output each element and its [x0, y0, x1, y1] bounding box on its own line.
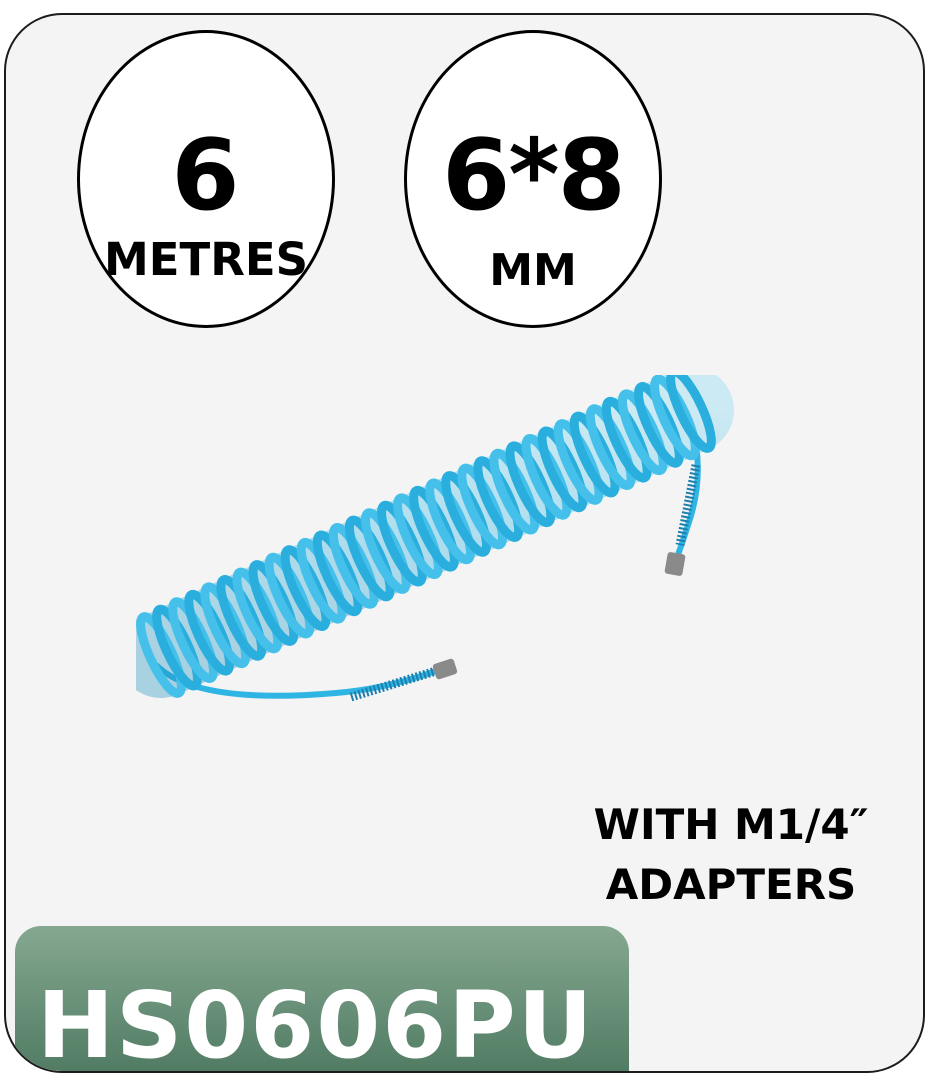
- diameter-badge: 6*8 MM: [404, 30, 662, 328]
- length-badge: 6 METRES: [77, 30, 335, 328]
- feature-line-2: ADAPTERS: [605, 860, 857, 909]
- product-code: HS0606PU: [37, 972, 595, 1073]
- feature-line-1: WITH M1/4″: [593, 800, 869, 849]
- diameter-value: 6*8: [442, 119, 626, 233]
- product-card: 6 METRES 6*8 MM // loops drawn by sc: [4, 13, 925, 1073]
- length-unit: METRES: [103, 233, 309, 286]
- coiled-air-hose-icon: // loops drawn by script below: [136, 375, 734, 702]
- product-code-tab: HS0606PU: [15, 926, 629, 1073]
- diameter-unit: MM: [489, 245, 577, 296]
- adapter-feature-text: WITH M1/4″ ADAPTERS: [571, 795, 891, 915]
- length-value: 6: [171, 119, 241, 233]
